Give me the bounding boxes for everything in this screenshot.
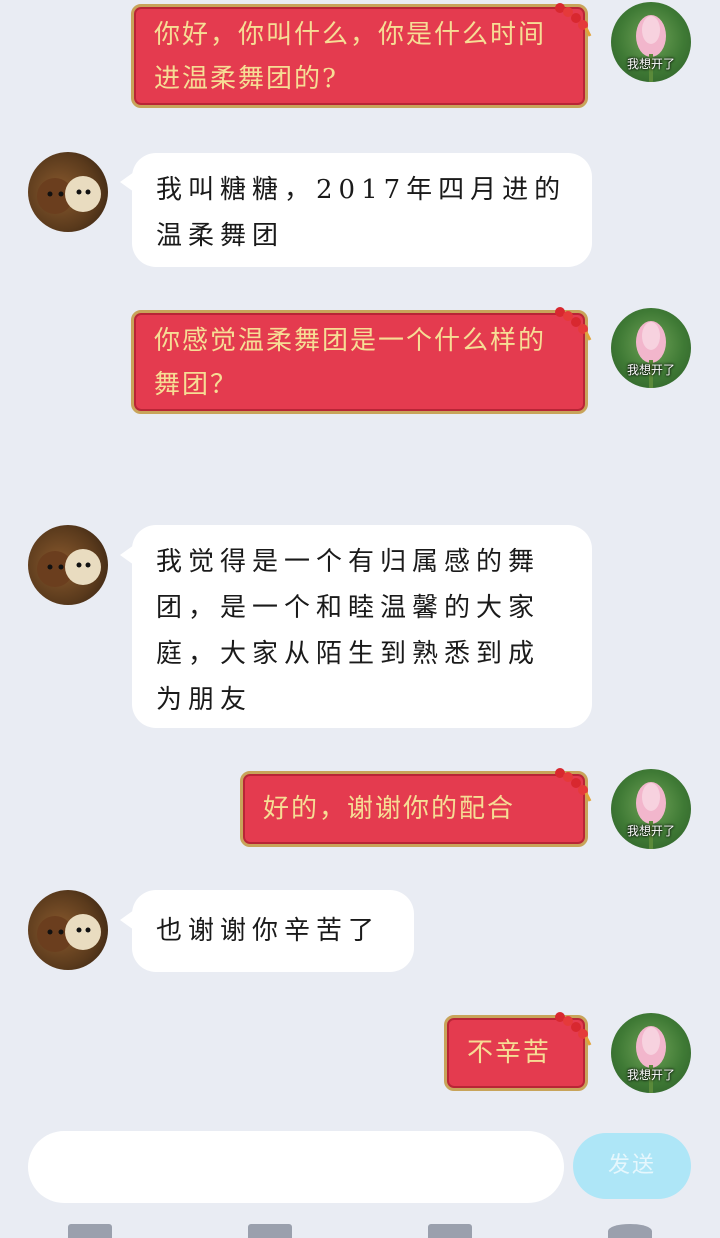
avatar-label: 我想开了: [626, 57, 675, 71]
message-text: 不辛苦: [467, 1038, 552, 1068]
other-message-bubble[interactable]: 我叫糖糖，2017年四月进的温柔舞团: [132, 153, 592, 267]
message-text: 你感觉温柔舞团是一个什么样的舞团？: [154, 326, 547, 400]
avatar-label: 我想开了: [626, 363, 675, 377]
firecracker-icon: [555, 1012, 592, 1046]
message-text: 我觉得是一个有归属感的舞团，是一个和睦温馨的大家庭，大家从陌生到熟悉到成为朋友: [156, 547, 541, 715]
poodles-icon: [37, 549, 101, 587]
gif-icon[interactable]: [428, 1224, 472, 1238]
poodles-icon: [37, 176, 101, 214]
self-avatar[interactable]: 我想开了: [611, 308, 691, 388]
self-message-bubble[interactable]: 你好，你叫什么，你是什么时间进温柔舞团的?: [131, 4, 588, 108]
other-message-bubble[interactable]: 也谢谢你辛苦了: [132, 890, 414, 972]
other-message-bubble[interactable]: 我觉得是一个有归属感的舞团，是一个和睦温馨的大家庭，大家从陌生到熟悉到成为朋友: [132, 525, 592, 728]
other-avatar[interactable]: [28, 890, 108, 970]
message-text: 你好，你叫什么，你是什么时间进温柔舞团的?: [154, 20, 547, 94]
other-avatar[interactable]: [28, 525, 108, 605]
poodles-icon: [37, 914, 101, 952]
message-text: 我叫糖糖，2017年四月进的温柔舞团: [156, 175, 567, 251]
send-button[interactable]: 发送: [573, 1133, 691, 1199]
message-input[interactable]: [28, 1131, 564, 1203]
camera-icon[interactable]: [248, 1224, 292, 1238]
firecracker-icon: [555, 3, 592, 37]
message-text: 好的，谢谢你的配合: [263, 794, 516, 824]
image-icon[interactable]: [68, 1224, 112, 1238]
avatar-label: 我想开了: [626, 1068, 675, 1082]
emoji-icon[interactable]: [608, 1224, 652, 1238]
self-message-bubble[interactable]: 好的，谢谢你的配合: [240, 771, 588, 847]
self-avatar[interactable]: 我想开了: [611, 2, 691, 82]
self-message-bubble[interactable]: 你感觉温柔舞团是一个什么样的舞团？: [131, 310, 588, 414]
self-avatar[interactable]: 我想开了: [611, 769, 691, 849]
firecracker-icon: [555, 307, 592, 341]
self-avatar[interactable]: 我想开了: [611, 1013, 691, 1093]
message-text: 也谢谢你辛苦了: [156, 916, 381, 946]
other-avatar[interactable]: [28, 152, 108, 232]
avatar-label: 我想开了: [626, 824, 675, 838]
firecracker-icon: [555, 768, 592, 802]
